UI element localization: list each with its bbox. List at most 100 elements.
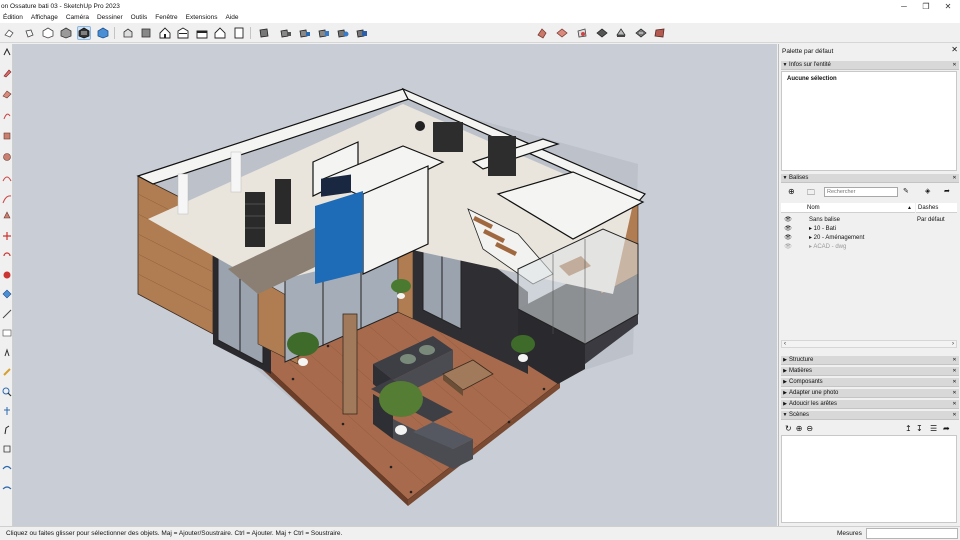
paint-icon[interactable]	[1, 366, 12, 377]
scroll-left-icon[interactable]: ‹	[784, 341, 786, 347]
circle-icon[interactable]	[1, 151, 12, 162]
rectangle-icon[interactable]	[1, 130, 12, 141]
minimize-button[interactable]: ─	[893, 0, 915, 12]
zoom-icon[interactable]	[1, 386, 12, 397]
line-icon[interactable]	[1, 109, 12, 120]
menu-camera[interactable]: Caméra	[66, 14, 89, 21]
box-dark-icon[interactable]	[59, 26, 73, 40]
add-folder-icon[interactable]: 🗀	[807, 187, 815, 201]
scenes-header[interactable]: ▼ Scènes ✕	[781, 411, 959, 420]
section-close-icon[interactable]: ✕	[950, 401, 959, 407]
section-close-icon[interactable]: ✕	[950, 379, 959, 385]
scenes-list[interactable]	[781, 435, 957, 523]
right-view-icon[interactable]	[176, 26, 190, 40]
top-view-icon[interactable]	[139, 26, 153, 40]
tags-search-input[interactable]	[824, 187, 898, 197]
section-icon[interactable]	[1, 462, 12, 473]
restore-button[interactable]: ❐	[915, 0, 937, 12]
move-icon[interactable]	[1, 230, 12, 241]
tags-col-dashes[interactable]: Dashes	[916, 203, 957, 213]
menu-dessiner[interactable]: Dessiner	[97, 14, 123, 21]
bottom-view-icon[interactable]	[232, 26, 246, 40]
tape-measure-icon[interactable]	[1, 308, 12, 319]
scene-menu-icon[interactable]: ➦	[943, 424, 950, 433]
text-icon[interactable]	[1, 327, 12, 338]
tag-row[interactable]: 👁 ▸ 20 - Aménagement	[781, 233, 957, 242]
back-view-icon[interactable]	[195, 26, 209, 40]
menu-aide[interactable]: Aide	[225, 14, 238, 21]
visibility-eye-icon[interactable]: 👁	[781, 243, 795, 250]
active-style-icon[interactable]	[77, 26, 91, 40]
eraser-icon[interactable]	[2, 26, 16, 40]
details-menu-icon[interactable]: ➦	[944, 187, 950, 195]
scene-up-icon[interactable]: ↥	[905, 424, 912, 433]
visibility-eye-icon[interactable]: 👁	[781, 216, 795, 223]
section-close-icon[interactable]: ✕	[950, 175, 959, 181]
tags-horizontal-scrollbar[interactable]: ‹ ›	[781, 340, 957, 348]
tag-row[interactable]: 👁 ▸ 10 - Bati	[781, 224, 957, 233]
drape-icon[interactable]	[634, 26, 648, 40]
measurements-input[interactable]	[866, 528, 958, 539]
remove-scene-icon[interactable]: ⊖	[806, 424, 813, 433]
tray-close-icon[interactable]: ✕	[951, 45, 958, 54]
materials-header[interactable]: ▶ Matières ✕	[781, 367, 959, 376]
tag-tool-icon[interactable]: ✎	[903, 187, 909, 195]
eraser-tool-icon[interactable]	[1, 88, 12, 99]
front-view-icon[interactable]	[158, 26, 172, 40]
section-close-icon[interactable]: ✕	[950, 390, 959, 396]
geo-location-icon[interactable]	[355, 26, 369, 40]
section-cut-icon[interactable]	[279, 26, 293, 40]
scene-down-icon[interactable]: ↧	[916, 424, 923, 433]
section-close-icon[interactable]: ✕	[950, 357, 959, 363]
sandbox-icon[interactable]	[555, 26, 569, 40]
section-close-icon[interactable]: ✕	[950, 62, 959, 68]
left-view-icon[interactable]	[213, 26, 227, 40]
sandbox-tool-icon[interactable]	[1, 481, 12, 492]
menu-outils[interactable]: Outils	[131, 14, 148, 21]
arc-icon[interactable]	[1, 172, 12, 183]
axes-icon[interactable]	[1, 347, 12, 358]
section-close-icon[interactable]: ✕	[950, 412, 959, 418]
extension-warehouse-icon[interactable]	[336, 26, 350, 40]
menu-fenetre[interactable]: Fenêtre	[155, 14, 177, 21]
orbit-icon[interactable]	[1, 46, 12, 57]
structure-header[interactable]: ▶ Structure ✕	[781, 356, 959, 365]
menu-extensions[interactable]: Extensions	[186, 14, 218, 21]
section-close-icon[interactable]: ✕	[950, 368, 959, 374]
tags-header[interactable]: ▼ Balises ✕	[781, 174, 959, 183]
components-header[interactable]: ▶ Composants ✕	[781, 378, 959, 387]
push-pull-icon[interactable]	[1, 209, 12, 220]
terrain-icon[interactable]	[535, 26, 549, 40]
polygon-icon[interactable]	[1, 193, 12, 204]
flip-edge-icon[interactable]	[653, 26, 667, 40]
close-button[interactable]: ✕	[937, 0, 959, 12]
materials-icon[interactable]	[595, 26, 609, 40]
iso-view-icon[interactable]	[121, 26, 135, 40]
stamp-icon[interactable]	[614, 26, 628, 40]
photo-texture-icon[interactable]	[575, 26, 589, 40]
tags-col-name[interactable]: Nom ▲	[781, 203, 915, 213]
rotate-icon[interactable]	[1, 249, 12, 260]
scale-icon[interactable]	[1, 269, 12, 280]
look-around-icon[interactable]	[1, 424, 12, 435]
xray-icon[interactable]	[96, 26, 110, 40]
add-tag-icon[interactable]: ⊕	[788, 187, 795, 196]
pencil-icon[interactable]	[1, 67, 12, 78]
tag-row[interactable]: 👁 Sans balise Par défaut	[781, 215, 957, 224]
offset-icon[interactable]	[1, 288, 12, 299]
visibility-eye-icon[interactable]: 👁	[781, 225, 795, 232]
refresh-scene-icon[interactable]: ↻	[785, 424, 792, 433]
color-by-tag-icon[interactable]: ◈	[925, 187, 930, 195]
paint-bucket-icon[interactable]	[22, 26, 36, 40]
scene-list-icon[interactable]: ☰	[930, 424, 937, 433]
menu-edition[interactable]: Édition	[3, 14, 23, 21]
tag-row[interactable]: 👁 ▸ ACAD - dwg	[781, 242, 957, 251]
soften-edges-header[interactable]: ▶ Adoucir les arêtes ✕	[781, 400, 959, 409]
scroll-right-icon[interactable]: ›	[952, 341, 954, 347]
entity-info-header[interactable]: ▼ Infos sur l'entité ✕	[781, 61, 959, 70]
display-section-icon[interactable]	[317, 26, 331, 40]
cube-icon[interactable]	[41, 26, 55, 40]
section-fill-icon[interactable]	[298, 26, 312, 40]
zoom-extents-icon[interactable]	[1, 443, 12, 454]
add-scene-icon[interactable]: ⊕	[796, 424, 803, 433]
